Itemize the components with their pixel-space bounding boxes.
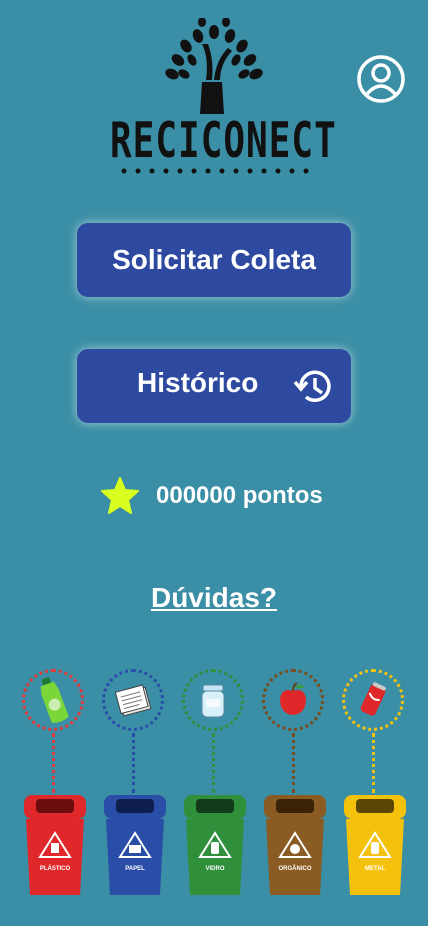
bin-paper-label: PAPEL: [125, 866, 145, 872]
history-button[interactable]: Histórico: [77, 349, 351, 423]
bin-organic-label: ORGÂNICO: [278, 866, 312, 872]
soda-can-icon: [360, 682, 386, 716]
bin-plastic-line: [52, 733, 55, 793]
bin-metal-label: METAL: [364, 866, 386, 872]
points-text: 000000 pontos: [156, 482, 323, 509]
history-icon: [293, 370, 331, 402]
bin-metal-line: [372, 733, 375, 793]
paper-icon: [114, 684, 152, 717]
tree-icon: [165, 18, 263, 114]
help-link[interactable]: Dúvidas?: [0, 582, 428, 614]
paper-bin-icon: [104, 795, 166, 895]
recycling-bins-illustration: PLÁSTICO PAPEL VIDRO ORGÂNICO METAL: [0, 665, 428, 905]
bin-plastic: PLÁSTICO: [20, 665, 90, 905]
apple-icon: [280, 682, 306, 715]
star-icon: [101, 477, 139, 514]
plastic-bottle-icon: [40, 677, 69, 723]
bin-glass: VIDRO: [180, 665, 250, 905]
request-pickup-label: Solicitar Coleta: [112, 244, 316, 275]
bin-metal: METAL: [340, 665, 410, 905]
logo-drops-decoration: [121, 168, 309, 174]
bin-organic: ORGÂNICO: [260, 665, 330, 905]
glass-bin-icon: [184, 795, 246, 895]
profile-icon[interactable]: [356, 54, 406, 104]
history-label: Histórico: [137, 367, 259, 398]
bin-glass-line: [212, 733, 215, 793]
bin-organic-line: [292, 733, 295, 793]
organic-bin-icon: [264, 795, 326, 895]
bin-glass-label: VIDRO: [205, 866, 225, 872]
app-logo: RECICONECT: [110, 18, 337, 178]
request-pickup-button[interactable]: Solicitar Coleta: [77, 223, 351, 297]
bin-plastic-label: PLÁSTICO: [39, 866, 71, 872]
bin-paper-line: [132, 733, 135, 793]
points-display: 000000 pontos: [100, 474, 323, 518]
metal-bin-icon: [344, 795, 406, 895]
glass-jar-icon: [201, 684, 225, 718]
plastic-bin-icon: [24, 795, 86, 895]
bin-paper: PAPEL: [100, 665, 170, 905]
logo-text: RECICONECT: [110, 114, 337, 170]
